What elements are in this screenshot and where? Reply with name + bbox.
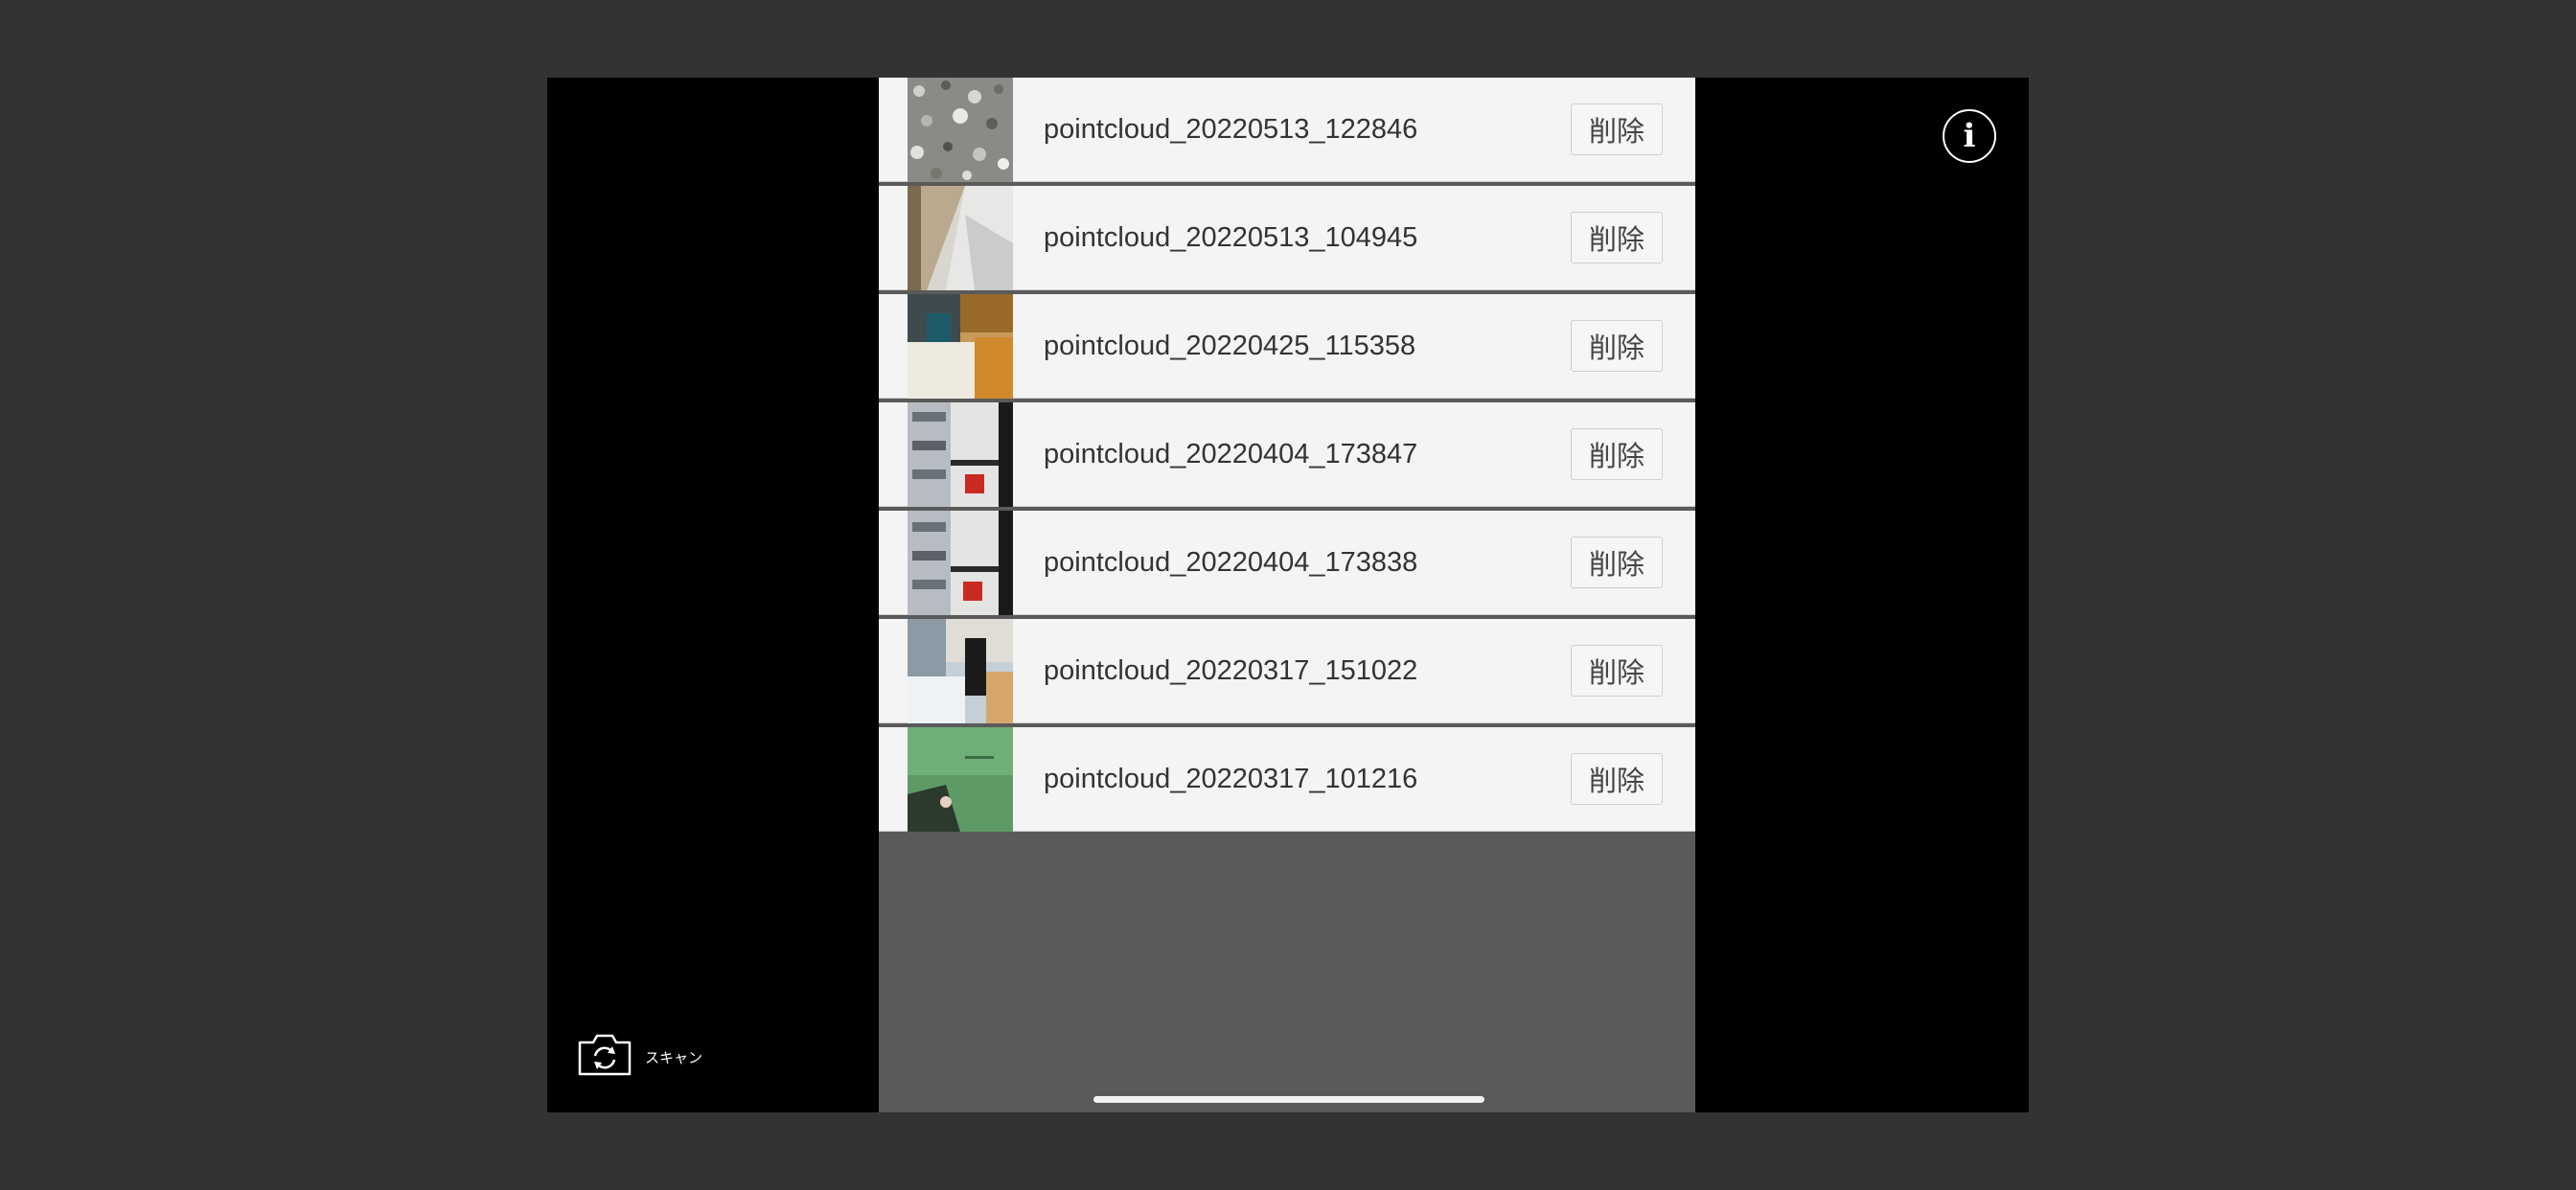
home-indicator[interactable] — [1093, 1096, 1484, 1103]
item-name: pointcloud_20220404_173838 — [1044, 547, 1418, 578]
list-item[interactable]: pointcloud_20220513_122846 削除 — [879, 78, 1695, 182]
list-item[interactable]: pointcloud_20220404_173847 削除 — [879, 402, 1695, 507]
app-screen: pointcloud_20220513_122846 削除 pointcloud… — [547, 78, 2029, 1112]
pointcloud-list: pointcloud_20220513_122846 削除 pointcloud… — [879, 78, 1695, 835]
delete-button[interactable]: 削除 — [1571, 753, 1663, 805]
thumbnail-image — [908, 727, 1013, 832]
thumbnail-image — [908, 511, 1013, 615]
delete-button[interactable]: 削除 — [1571, 320, 1663, 372]
info-icon: i — [1963, 117, 1976, 155]
thumbnail-image — [908, 78, 1013, 182]
item-name: pointcloud_20220513_122846 — [1044, 114, 1418, 145]
list-item[interactable]: pointcloud_20220513_104945 削除 — [879, 186, 1695, 290]
list-item[interactable]: pointcloud_20220404_173838 削除 — [879, 511, 1695, 615]
thumbnail-image — [908, 186, 1013, 290]
thumbnail-image — [908, 402, 1013, 507]
list-item[interactable]: pointcloud_20220425_115358 削除 — [879, 294, 1695, 399]
delete-button[interactable]: 削除 — [1571, 537, 1663, 588]
delete-button[interactable]: 削除 — [1571, 103, 1663, 155]
delete-button[interactable]: 削除 — [1571, 212, 1663, 263]
list-item[interactable]: pointcloud_20220317_101216 削除 — [879, 727, 1695, 832]
item-name: pointcloud_20220425_115358 — [1044, 331, 1416, 361]
scan-button[interactable]: スキャン — [576, 1033, 702, 1081]
item-name: pointcloud_20220317_101216 — [1044, 764, 1418, 794]
delete-button[interactable]: 削除 — [1571, 428, 1663, 480]
list-item[interactable]: pointcloud_20220317_151022 削除 — [879, 619, 1695, 723]
info-button[interactable]: i — [1943, 109, 1996, 163]
item-name: pointcloud_20220404_173847 — [1044, 439, 1418, 469]
pointcloud-list-panel[interactable]: pointcloud_20220513_122846 削除 pointcloud… — [879, 78, 1695, 1112]
delete-button[interactable]: 削除 — [1571, 645, 1663, 697]
thumbnail-image — [908, 619, 1013, 723]
thumbnail-image — [908, 294, 1013, 399]
camera-rotate-icon — [576, 1033, 633, 1082]
scan-label: スキャン — [645, 1048, 703, 1066]
item-name: pointcloud_20220317_151022 — [1044, 655, 1418, 686]
item-name: pointcloud_20220513_104945 — [1044, 222, 1418, 253]
